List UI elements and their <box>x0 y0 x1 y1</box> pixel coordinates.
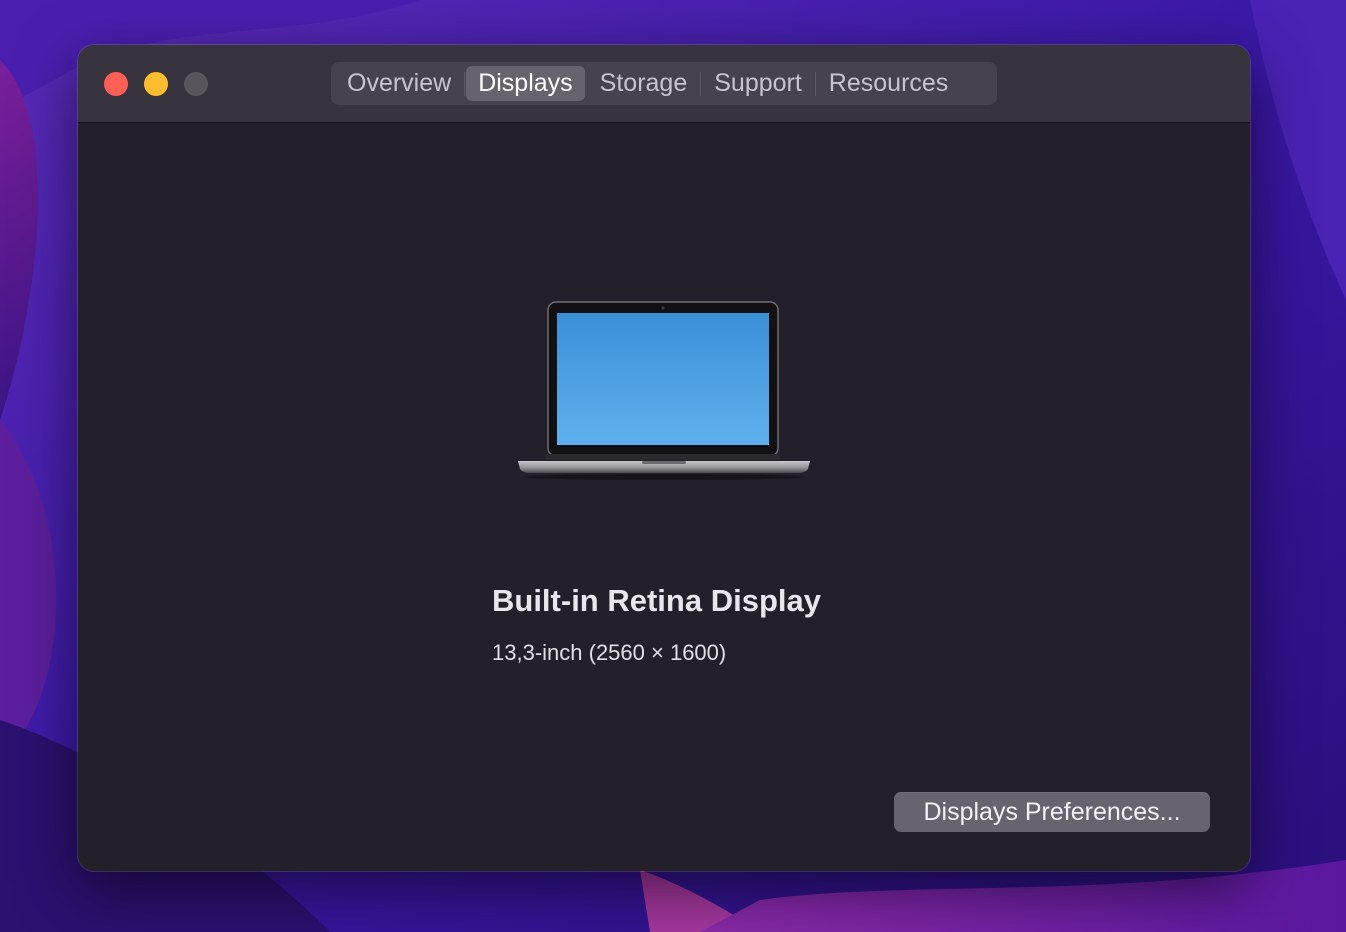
window-titlebar: Overview Displays Storage Support Resour… <box>78 45 1250 123</box>
close-button[interactable] <box>104 72 128 96</box>
minimize-button[interactable] <box>144 72 168 96</box>
macbook-laptop-icon <box>518 301 810 480</box>
zoom-button-disabled <box>184 72 208 96</box>
display-spec: 13,3-inch (2560 × 1600) <box>492 640 727 665</box>
displays-preferences-button[interactable]: Displays Preferences... <box>894 792 1210 832</box>
tab-overview[interactable]: Overview <box>335 66 463 101</box>
tab-support[interactable]: Support <box>702 66 814 101</box>
tab-divider <box>814 71 816 96</box>
about-this-mac-window: Overview Displays Storage Support Resour… <box>78 45 1250 871</box>
tab-bar: Overview Displays Storage Support Resour… <box>331 62 997 105</box>
tab-displays[interactable]: Displays <box>466 66 585 101</box>
tab-storage[interactable]: Storage <box>588 66 700 101</box>
tab-divider <box>700 71 702 96</box>
tab-resources[interactable]: Resources <box>817 66 961 101</box>
tab-divider <box>464 71 466 96</box>
display-name: Built-in Retina Display <box>492 583 821 618</box>
